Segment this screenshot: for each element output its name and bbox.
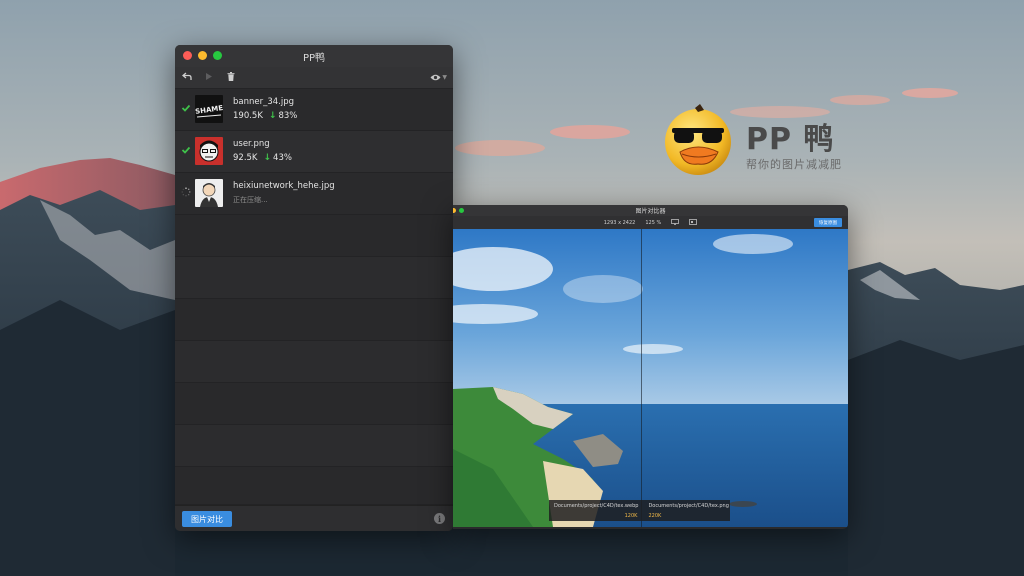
compare-window-title: 图片对比器	[635, 208, 666, 215]
saved-percent: 43%	[273, 153, 292, 163]
file-paths-panel: Documents/project/C4D/tex.webp 120K Docu…	[549, 500, 730, 521]
duck-mascot-icon	[665, 104, 731, 175]
check-icon	[181, 104, 191, 112]
zoom-window-button[interactable]	[459, 208, 464, 213]
compressing-status: 正在压缩...	[233, 196, 268, 204]
main-window: PP鸭 ▼ SHAME banner_34.jpg 190.5K ↓ 83% u…	[175, 45, 453, 531]
empty-row	[175, 467, 453, 505]
file-size: 92.5K	[233, 153, 258, 163]
left-file-size: 120K	[624, 513, 638, 519]
compare-toolbar: 1293 x 2422 125 % 恢复原图	[453, 216, 848, 229]
minimize-window-button[interactable]	[453, 208, 456, 213]
window-controls	[183, 51, 222, 60]
compare-titlebar: 图片对比器	[453, 205, 848, 216]
logo-tagline: 帮你的图片减减肥	[746, 158, 842, 171]
window-title: PP鸭	[302, 52, 326, 64]
logo-name: PP 鸭	[746, 122, 835, 157]
file-thumbnail	[195, 179, 223, 207]
saved-percent: 83%	[278, 111, 298, 121]
compare-divider[interactable]	[641, 229, 642, 527]
undo-icon[interactable]	[181, 72, 193, 84]
app-logo: PP 鸭 帮你的图片减减肥	[662, 104, 862, 184]
monitor-icon[interactable]	[671, 218, 680, 227]
zoom-window-button[interactable]	[213, 51, 222, 60]
empty-row	[175, 257, 453, 299]
empty-row	[175, 425, 453, 467]
empty-row	[175, 299, 453, 341]
fit-screen-icon[interactable]	[689, 218, 698, 227]
compare-window: 图片对比器 1293 x 2422 125 % 恢复原图 Documents/p…	[453, 205, 848, 529]
file-name: heixiunetwork_hehe.jpg	[233, 181, 335, 191]
minimize-window-button[interactable]	[198, 51, 207, 60]
arrow-down-icon: ↓	[263, 153, 272, 163]
file-row[interactable]: SHAME banner_34.jpg 190.5K ↓ 83%	[175, 89, 453, 131]
toolbar: ▼	[175, 67, 453, 89]
right-file-path: Documents/project/C4D/tex.png	[648, 503, 729, 509]
info-icon[interactable]: i	[434, 513, 445, 524]
file-row[interactable]: heixiunetwork_hehe.jpg 正在压缩...	[175, 173, 453, 215]
titlebar: PP鸭	[175, 45, 453, 67]
trash-icon[interactable]	[225, 71, 237, 84]
spinner-icon	[181, 187, 191, 197]
bottom-bar: 图片对比 i	[175, 505, 453, 531]
check-icon	[181, 146, 191, 154]
play-icon[interactable]	[203, 72, 215, 84]
zoom-level[interactable]: 125 %	[645, 220, 661, 226]
eye-icon[interactable]: ▼	[430, 74, 447, 81]
empty-row	[175, 341, 453, 383]
left-file-path: Documents/project/C4D/tex.webp	[554, 503, 639, 509]
file-thumbnail: SHAME	[195, 95, 223, 123]
restore-original-button[interactable]: 恢复原图	[814, 218, 842, 227]
file-name: user.png	[233, 139, 270, 149]
empty-row	[175, 215, 453, 257]
empty-row	[175, 383, 453, 425]
compare-button[interactable]: 图片对比	[182, 511, 232, 527]
file-name: banner_34.jpg	[233, 97, 295, 107]
comparison-image[interactable]: Documents/project/C4D/tex.webp 120K Docu…	[453, 229, 848, 527]
image-dimensions: 1293 x 2422	[603, 219, 636, 226]
arrow-down-icon: ↓	[268, 111, 277, 121]
file-list: SHAME banner_34.jpg 190.5K ↓ 83% user.pn…	[175, 89, 453, 505]
file-thumbnail	[195, 137, 223, 165]
right-file-size: 220K	[648, 513, 662, 519]
file-row[interactable]: user.png 92.5K ↓ 43%	[175, 131, 453, 173]
chevron-down-icon: ▼	[442, 74, 447, 81]
file-size: 190.5K	[233, 111, 263, 121]
close-window-button[interactable]	[183, 51, 192, 60]
